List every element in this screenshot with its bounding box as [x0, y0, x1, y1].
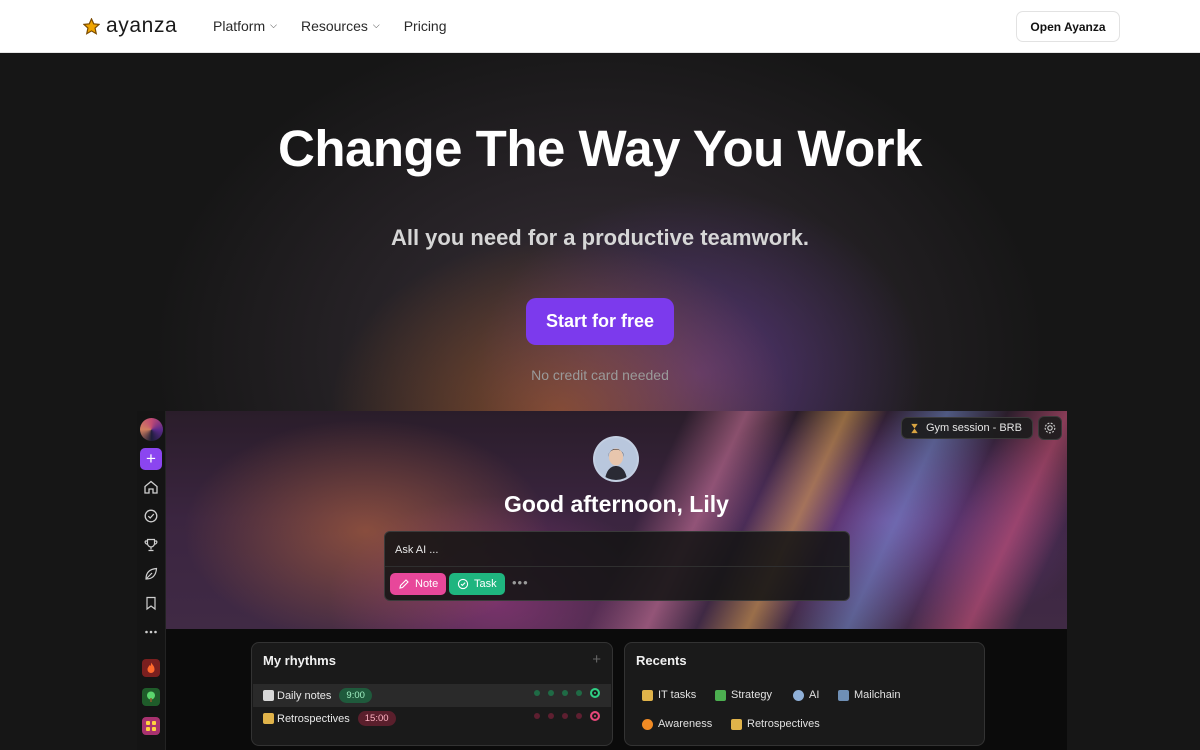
brand-name: ayanza	[106, 14, 178, 37]
recent-item-label: AI	[809, 689, 820, 701]
check-circle-icon	[457, 578, 469, 590]
money-icon	[715, 689, 726, 701]
app-preview: + Gym session - BRB Good afternoon, Lily…	[137, 411, 1067, 750]
note-chip[interactable]: Note	[390, 573, 447, 595]
wave-icon	[263, 713, 274, 724]
recents-card: Recents IT tasks Strategy AI Mailchain A…	[624, 642, 985, 746]
wave-icon	[731, 718, 742, 730]
status-pill[interactable]: Gym session - BRB	[901, 417, 1033, 439]
time-badge: 9:00	[339, 688, 372, 703]
hero-title: Change The Way You Work	[277, 120, 923, 177]
app-sidebar: +	[137, 411, 166, 750]
nav-pricing[interactable]: Pricing	[404, 18, 447, 34]
progress-dot	[576, 713, 582, 719]
greeting: Good afternoon, Lily	[504, 491, 729, 517]
recent-item-label: Retrospectives	[747, 718, 820, 730]
rhythms-card: My rhythms + Daily notes 9:00 Retrospect…	[251, 642, 613, 746]
tree-space-icon[interactable]	[142, 688, 160, 706]
recent-item[interactable]: IT tasks	[642, 689, 696, 701]
task-chip[interactable]: Task	[449, 573, 505, 595]
rhythm-progress	[534, 711, 600, 721]
more-icon[interactable]	[142, 623, 160, 641]
nav-platform-label: Platform	[213, 18, 266, 34]
home-icon[interactable]	[142, 478, 160, 496]
recent-item-label: Awareness	[658, 718, 713, 730]
nav-resources-label: Resources	[300, 18, 368, 34]
recents-title: Recents	[636, 653, 687, 668]
mailbox-icon	[838, 689, 849, 701]
nav-platform[interactable]: Platform ⌵	[213, 18, 277, 34]
hero-section: Change The Way You Work All you need for…	[0, 53, 1200, 750]
bookmark-icon[interactable]	[142, 594, 160, 612]
top-nav: ayanza Platform ⌵ Resources ⌵ Pricing Op…	[0, 0, 1200, 53]
plus-icon[interactable]: +	[140, 448, 162, 470]
rhythm-label: Retrospectives	[277, 712, 350, 725]
trophy-icon[interactable]	[142, 536, 160, 554]
recent-item[interactable]: AI	[793, 689, 819, 701]
progress-dot-current	[590, 711, 600, 721]
logo-icon	[83, 17, 100, 35]
progress-dot-current	[590, 688, 600, 698]
recent-item[interactable]: Mailchain	[838, 689, 900, 701]
status-pill-label: Gym session - BRB	[926, 422, 1022, 434]
divider	[385, 566, 849, 567]
time-badge: 15:00	[357, 711, 396, 726]
hourglass-icon	[911, 423, 918, 433]
recent-item-label: IT tasks	[658, 689, 697, 701]
progress-dot	[576, 690, 582, 696]
rhythm-label: Daily notes	[277, 689, 332, 702]
fire-space-icon[interactable]	[142, 659, 160, 677]
task-chip-label: Task	[474, 578, 497, 590]
rhythm-row[interactable]: Daily notes 9:00	[253, 684, 611, 707]
grid-space-icon[interactable]	[142, 717, 160, 735]
workspace-avatar[interactable]	[140, 418, 163, 441]
add-rhythm-button[interactable]: +	[592, 651, 601, 668]
recent-item[interactable]: Awareness	[642, 718, 712, 730]
rhythm-row[interactable]: Retrospectives 15:00	[253, 707, 611, 730]
more-icon[interactable]: •••	[512, 575, 529, 590]
chevron-down-icon: ⌵	[270, 19, 277, 30]
note-chip-label: Note	[415, 578, 439, 590]
leaf-icon[interactable]	[142, 565, 160, 583]
brand-logo[interactable]: ayanza	[83, 14, 177, 38]
recent-item-label: Strategy	[731, 689, 772, 701]
ask-ai-input[interactable]: Ask AI ...	[395, 540, 835, 560]
rhythm-progress	[534, 688, 600, 698]
progress-dot	[548, 713, 554, 719]
progress-dot	[534, 690, 540, 696]
hero-subtitle: All you need for a productive teamwork.	[390, 225, 810, 250]
app-banner: Gym session - BRB Good afternoon, Lily A…	[166, 411, 1067, 629]
chevron-down-icon: ⌵	[372, 19, 380, 30]
start-for-free-button[interactable]: Start for free	[526, 298, 674, 345]
progress-dot	[534, 713, 540, 719]
recent-item-label: Mailchain	[854, 689, 901, 701]
nav-pricing-label: Pricing	[403, 18, 447, 34]
check-circle-icon[interactable]	[142, 507, 160, 525]
recent-item[interactable]: Strategy	[715, 689, 772, 701]
pencil-icon	[399, 579, 409, 589]
worker-icon	[642, 689, 653, 701]
user-avatar	[593, 436, 639, 482]
robot-icon	[793, 689, 804, 701]
nav-resources[interactable]: Resources ⌵	[301, 18, 380, 34]
heart-icon	[642, 718, 653, 730]
gear-icon[interactable]	[1038, 416, 1062, 440]
cta-note: No credit card needed	[531, 367, 669, 383]
recent-item[interactable]: Retrospectives	[731, 718, 820, 730]
progress-dot	[562, 690, 568, 696]
notepad-icon	[263, 690, 274, 701]
nav-links: Platform ⌵ Resources ⌵ Pricing	[213, 18, 447, 34]
open-ayanza-button[interactable]: Open Ayanza	[1016, 11, 1120, 42]
progress-dot	[548, 690, 554, 696]
rhythms-title: My rhythms	[263, 653, 336, 668]
progress-dot	[562, 713, 568, 719]
ask-ai-box: Ask AI ... Note Task •••	[384, 531, 850, 601]
